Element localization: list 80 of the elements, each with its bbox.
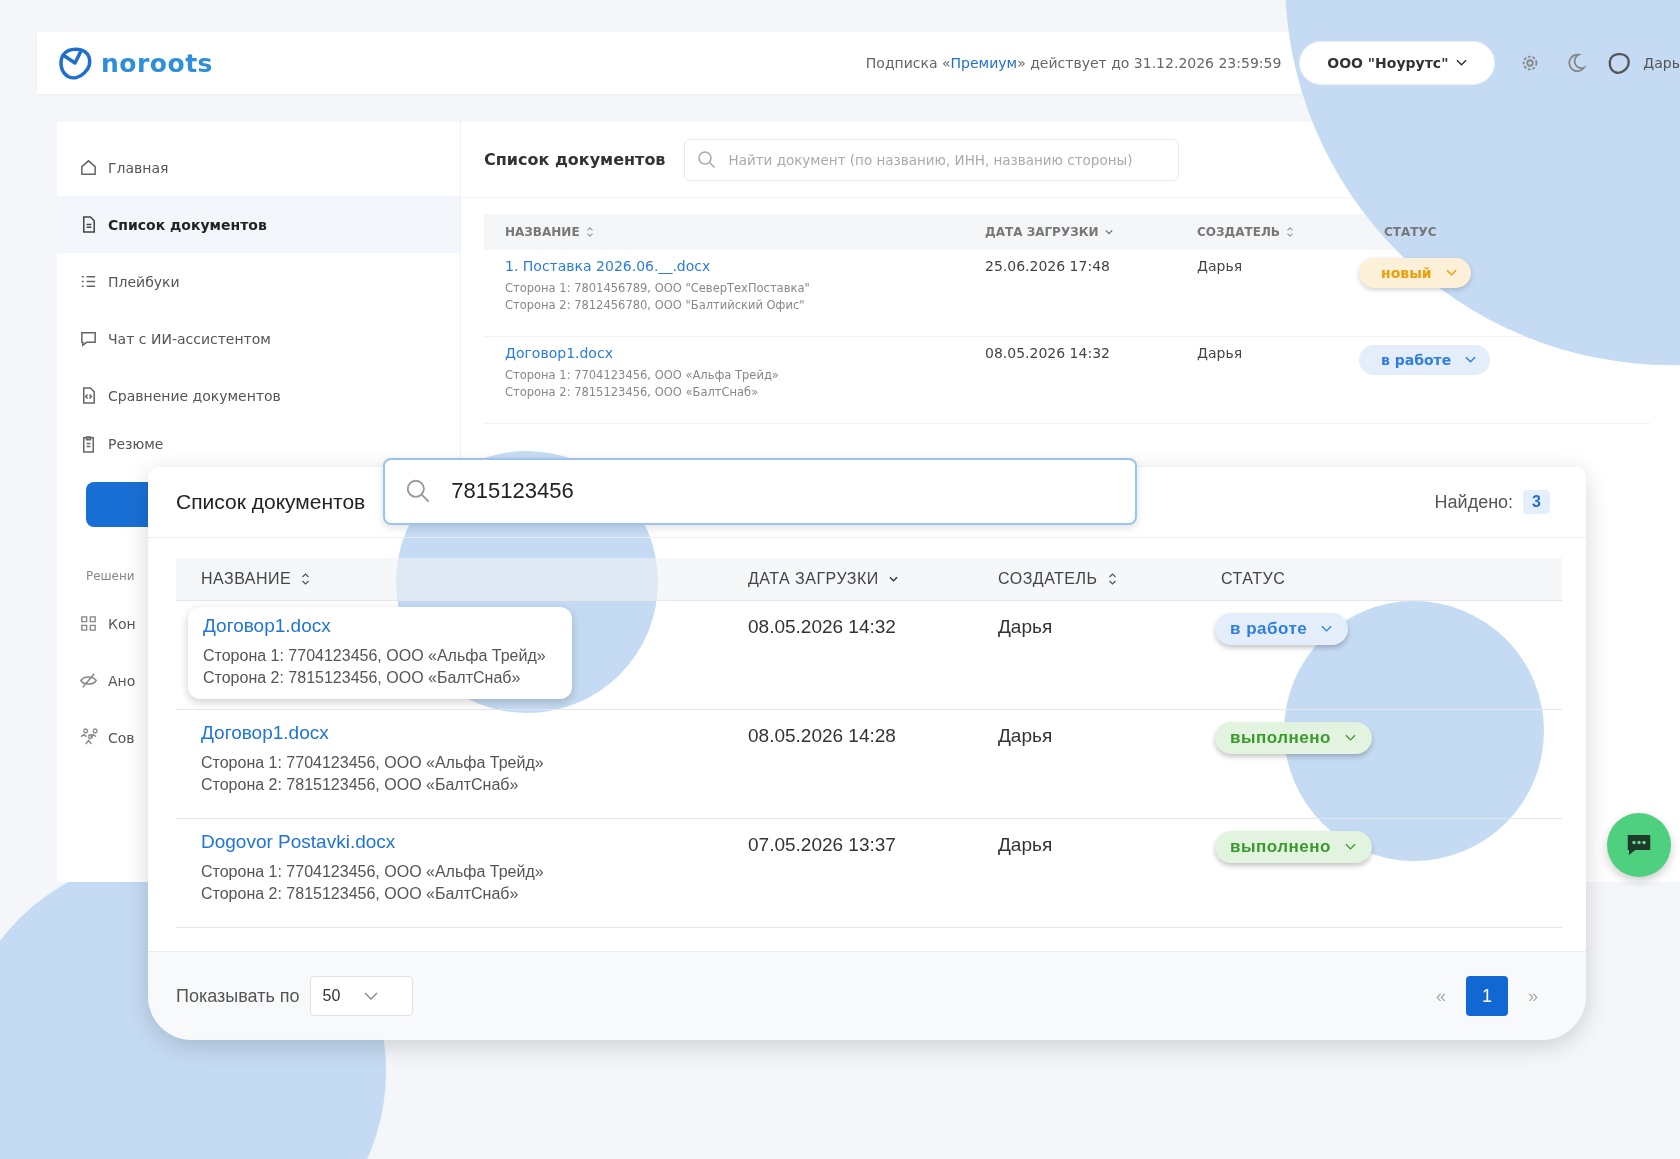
sidebar-item[interactable]: Резюме [57, 428, 237, 460]
status-dropdown[interactable]: в работе [1359, 345, 1491, 375]
sort-icon [1107, 573, 1117, 585]
status-dropdown[interactable]: выполнено [1215, 722, 1372, 754]
date-cell-text: 07.05.2026 13:37 [748, 833, 896, 856]
column-header[interactable]: НАЗВАНИЕ [201, 570, 311, 588]
column-header[interactable]: СОЗДАТЕЛЬ [1197, 225, 1294, 239]
party-text: Сторона 1: 7704123456, ООО «Альфа Трейд» [505, 367, 779, 384]
page-button[interactable]: 1 [1466, 976, 1508, 1016]
home-icon [79, 158, 98, 177]
document-link[interactable]: Dogovor Postavki.docx [201, 831, 396, 853]
sidebar-item[interactable]: Ано [57, 652, 148, 709]
people-icon [79, 728, 98, 747]
party-text: Сторона 2: 7815123456, ООО «БалтСнаб» [505, 384, 759, 401]
sort-icon [1104, 227, 1113, 237]
party-text: Сторона 1: 7801456789, ООО "СеверТехПоставка" [505, 280, 810, 297]
status-dropdown[interactable]: в работе [1215, 613, 1349, 645]
eye-off-icon [79, 671, 98, 690]
party-text: Сторона 2: 7815123456, ООО «БалтСнаб» [201, 775, 519, 795]
list-title: Список документов [176, 490, 366, 514]
party-text: Сторона 1: 7704123456, ООО «Альфа Трейд» [201, 862, 544, 882]
sidebar-item[interactable]: Сравнение документов [57, 367, 460, 424]
column-header[interactable]: СТАТУС [1384, 225, 1437, 239]
caret-icon [1344, 843, 1356, 851]
date-cell-text: 08.05.2026 14:32 [748, 615, 896, 638]
sidebar-item[interactable]: Список документов [57, 196, 460, 253]
party-text: Сторона 2: 7815123456, ООО «БалтСнаб» [201, 884, 519, 904]
sidebar-item[interactable]: Чат с ИИ-ассистентом [57, 310, 460, 367]
creator-cell: Дарья [1197, 345, 1243, 361]
caret-icon [1465, 356, 1477, 364]
caret-icon [1445, 269, 1457, 277]
creator-cell-text: Дарья [998, 833, 1053, 856]
party-text: Сторона 2: 7815123456, ООО «БалтСнаб» [203, 668, 521, 688]
creator-cell-text: Дарья [998, 724, 1053, 747]
section-title: Решени [86, 569, 135, 583]
found-label: Найдено: [1434, 491, 1514, 513]
party-text: Сторона 1: 7704123456, ООО «Альфа Трейд» [203, 646, 546, 666]
column-header[interactable]: ДАТА ЗАГРУЗКИ [748, 570, 898, 588]
page-title: Список документов [484, 150, 666, 169]
creator-cell: Дарья [1197, 258, 1243, 274]
date-cell-text: 08.05.2026 14:28 [748, 724, 896, 747]
column-header[interactable]: СОЗДАТЕЛЬ [998, 570, 1117, 588]
page-size-select[interactable]: 50 [309, 976, 413, 1016]
document-link[interactable]: Договор1.docx [505, 345, 613, 361]
sort-icon [301, 573, 311, 585]
organization-dropdown[interactable]: ООО "Ноурутс" [1299, 41, 1496, 85]
search-field[interactable]: 7815123456 [383, 457, 1138, 525]
chat-icon [79, 329, 98, 348]
page-size-label: Показывать по [176, 985, 300, 1007]
search-field[interactable]: Найти документ (по названию, ИНН, названию стороны) [683, 138, 1179, 181]
plan-link[interactable]: Премиум [950, 55, 1018, 71]
caret-icon [1321, 625, 1333, 633]
document-link[interactable]: 1. Поставка 2026.06.__.docx [505, 258, 711, 274]
logo-text: noroots [101, 48, 213, 78]
subscription-text: Подписка «Премиум» действует до 31.12.2026 23:59:59 [865, 55, 1282, 71]
party-text: Сторона 2: 7812456780, ООО "Балтийский Офис" [505, 297, 805, 314]
moon-icon[interactable] [1565, 52, 1588, 74]
caret-icon [1456, 59, 1468, 67]
sidebar-item[interactable]: Сов [57, 709, 148, 766]
sort-icon [585, 227, 594, 237]
grid-icon [79, 614, 98, 633]
caret-icon [364, 992, 379, 1000]
sidebar-item[interactable]: Кон [57, 595, 148, 652]
column-header[interactable]: СТАТУС [1221, 570, 1286, 588]
search-icon [696, 149, 717, 170]
status-dropdown[interactable]: выполнено [1215, 831, 1372, 863]
document-link[interactable]: Договор1.docx [201, 722, 329, 744]
sidebar-item[interactable]: Плейбуки [57, 253, 460, 310]
found-count: 3 [1523, 490, 1550, 514]
party-text: Сторона 1: 7704123456, ООО «Альфа Трейд» [201, 753, 544, 773]
sidebar-item[interactable]: Главная [57, 139, 460, 196]
document-link[interactable]: Договор1.docx [203, 615, 331, 637]
column-header[interactable]: ДАТА ЗАГРУЗКИ [985, 225, 1113, 239]
creator-cell-text: Дарья [998, 615, 1053, 638]
date-cell: 08.05.2026 14:32 [985, 345, 1110, 361]
user-name: Дарь [1643, 55, 1680, 71]
caret-icon [1344, 734, 1356, 742]
date-cell: 25.06.2026 17:48 [985, 258, 1110, 274]
column-header[interactable]: НАЗВАНИЕ [505, 225, 594, 239]
sort-icon [1286, 227, 1294, 237]
